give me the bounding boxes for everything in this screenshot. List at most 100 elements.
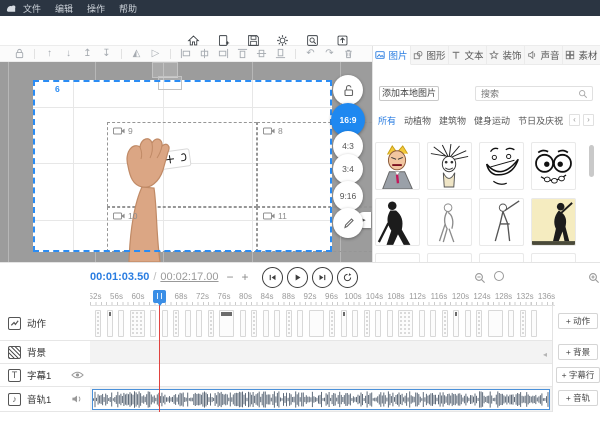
action-clip[interactable] <box>274 310 280 337</box>
timeline-zoom-out-icon[interactable] <box>474 271 486 283</box>
action-clip[interactable] <box>240 310 246 337</box>
lock-icon[interactable] <box>13 48 27 60</box>
action-clip[interactable] <box>341 310 347 337</box>
speaker-icon[interactable] <box>71 394 84 404</box>
category-1[interactable]: 动植物 <box>404 114 431 127</box>
align-top-icon[interactable] <box>236 48 250 60</box>
category-3[interactable]: 健身运动 <box>474 114 510 127</box>
action-clip[interactable] <box>531 310 537 337</box>
add-local-image-button[interactable]: 添加本地图片 <box>379 86 439 101</box>
tab-images[interactable]: 图片 <box>373 46 411 65</box>
action-clip[interactable] <box>375 310 381 337</box>
action-clip[interactable] <box>219 310 234 337</box>
asset-thumbnail-partial[interactable] <box>479 253 524 262</box>
action-clip[interactable] <box>118 310 124 337</box>
asset-thumbnail-angry-businessman-cartoon[interactable] <box>375 142 420 190</box>
action-clip[interactable] <box>453 310 459 337</box>
category-0[interactable]: 所有 <box>378 114 396 127</box>
camera-frame-label[interactable]: 8 <box>263 126 283 136</box>
action-clip[interactable] <box>430 310 436 337</box>
tab-shapes[interactable]: 图形 <box>411 46 449 65</box>
timeline-zoom-knob[interactable] <box>494 271 504 281</box>
flip-vertical-icon[interactable]: ▷ <box>149 48 163 60</box>
menu-item-0[interactable]: 文件 <box>23 2 41 15</box>
category-2[interactable]: 建筑物 <box>439 114 466 127</box>
asset-thumbnail-wild-hair-face-cartoon[interactable] <box>427 142 472 190</box>
align-right-icon[interactable] <box>217 48 231 60</box>
total-time[interactable]: 00:02:17.00 <box>160 271 218 283</box>
asset-thumbnail-partial[interactable] <box>375 253 420 262</box>
tracks-collapse-arrow[interactable]: ◂ <box>543 350 547 359</box>
loop-button[interactable] <box>337 267 358 288</box>
action-clip[interactable] <box>364 310 370 337</box>
playhead-handle[interactable] <box>153 290 166 303</box>
tab-text[interactable]: 文本 <box>449 46 487 65</box>
action-clip[interactable] <box>196 310 202 337</box>
action-clip[interactable] <box>419 310 425 337</box>
action-clip[interactable] <box>185 310 191 337</box>
align-bottom-icon[interactable] <box>274 48 288 60</box>
tab-material[interactable]: 素材 <box>563 46 600 65</box>
ratio-button-3-4[interactable]: 3:4 <box>333 154 363 184</box>
skip-start-button[interactable] <box>262 267 283 288</box>
undo-icon[interactable]: ↶ <box>304 48 318 60</box>
selected-camera-frame[interactable] <box>33 80 332 252</box>
action-clip[interactable] <box>263 310 269 337</box>
tab-sound[interactable]: 声音 <box>525 46 563 65</box>
move-down-icon[interactable]: ↓ <box>62 48 76 60</box>
action-clip[interactable] <box>107 310 113 337</box>
align-center-v-icon[interactable] <box>255 48 269 60</box>
menu-item-1[interactable]: 编辑 <box>55 2 73 15</box>
action-clip[interactable] <box>352 310 358 337</box>
action-clip[interactable] <box>173 310 179 337</box>
action-clip[interactable] <box>251 310 257 337</box>
ratio-button-lock[interactable] <box>333 75 363 105</box>
asset-thumbnail-partial[interactable] <box>427 253 472 262</box>
action-clip[interactable] <box>520 310 526 337</box>
timeline-zoom-in-icon[interactable] <box>588 271 600 283</box>
tab-decor[interactable]: 装饰 <box>487 46 525 65</box>
action-clip[interactable] <box>162 310 168 337</box>
asset-thumbnail-golfer-yellow-poster[interactable] <box>531 198 576 246</box>
move-up-icon[interactable]: ↑ <box>43 48 57 60</box>
action-clip[interactable] <box>208 310 214 337</box>
eye-icon[interactable] <box>71 370 84 380</box>
search-input[interactable] <box>476 89 578 99</box>
play-button[interactable] <box>287 267 308 288</box>
flip-horizontal-icon[interactable]: ◭ <box>130 48 144 60</box>
camera-frame-label[interactable]: 9 <box>113 126 133 136</box>
move-top-icon[interactable]: ↥ <box>81 48 95 60</box>
align-center-h-icon[interactable] <box>198 48 212 60</box>
action-clip[interactable] <box>387 310 393 337</box>
action-clip[interactable] <box>442 310 448 337</box>
camera-frame-label[interactable]: 10 <box>113 211 137 221</box>
menu-item-2[interactable]: 操作 <box>87 2 105 15</box>
asset-thumbnail-partial[interactable] <box>531 253 576 262</box>
asset-thumbnail-golfer-swing-silhouette[interactable] <box>375 198 420 246</box>
grid-scrollbar[interactable] <box>589 145 594 177</box>
ratio-button-draw[interactable] <box>333 208 363 238</box>
search-icon[interactable] <box>578 89 588 99</box>
asset-thumbnail-googly-eyes-face-cartoon[interactable] <box>531 142 576 190</box>
action-clip[interactable] <box>398 310 413 337</box>
menu-item-3[interactable]: 帮助 <box>119 2 137 15</box>
action-clip[interactable] <box>297 310 303 337</box>
action-clip[interactable] <box>508 310 514 337</box>
action-clip[interactable] <box>465 310 471 337</box>
audio-clip[interactable] <box>92 389 550 410</box>
duration-plus-button[interactable]: + <box>242 270 249 284</box>
action-clip[interactable] <box>476 310 482 337</box>
category-next-button[interactable]: › <box>583 114 594 126</box>
add-track-button-3[interactable]: + 音轨 <box>558 390 598 406</box>
add-track-button-0[interactable]: + 动作 <box>558 313 598 329</box>
action-clip[interactable] <box>488 310 503 337</box>
add-track-button-2[interactable]: + 字幕行 <box>556 367 600 383</box>
asset-thumbnail-golfer-swing-sketch[interactable] <box>479 198 524 246</box>
camera-frame-label[interactable]: 11 <box>263 211 287 221</box>
action-clip[interactable] <box>286 310 292 337</box>
duration-minus-button[interactable]: − <box>227 270 234 284</box>
asset-thumbnail-big-grin-face-cartoon[interactable] <box>479 142 524 190</box>
skip-end-button[interactable] <box>312 267 333 288</box>
delete-icon[interactable] <box>342 48 356 60</box>
action-clip[interactable] <box>95 310 101 337</box>
